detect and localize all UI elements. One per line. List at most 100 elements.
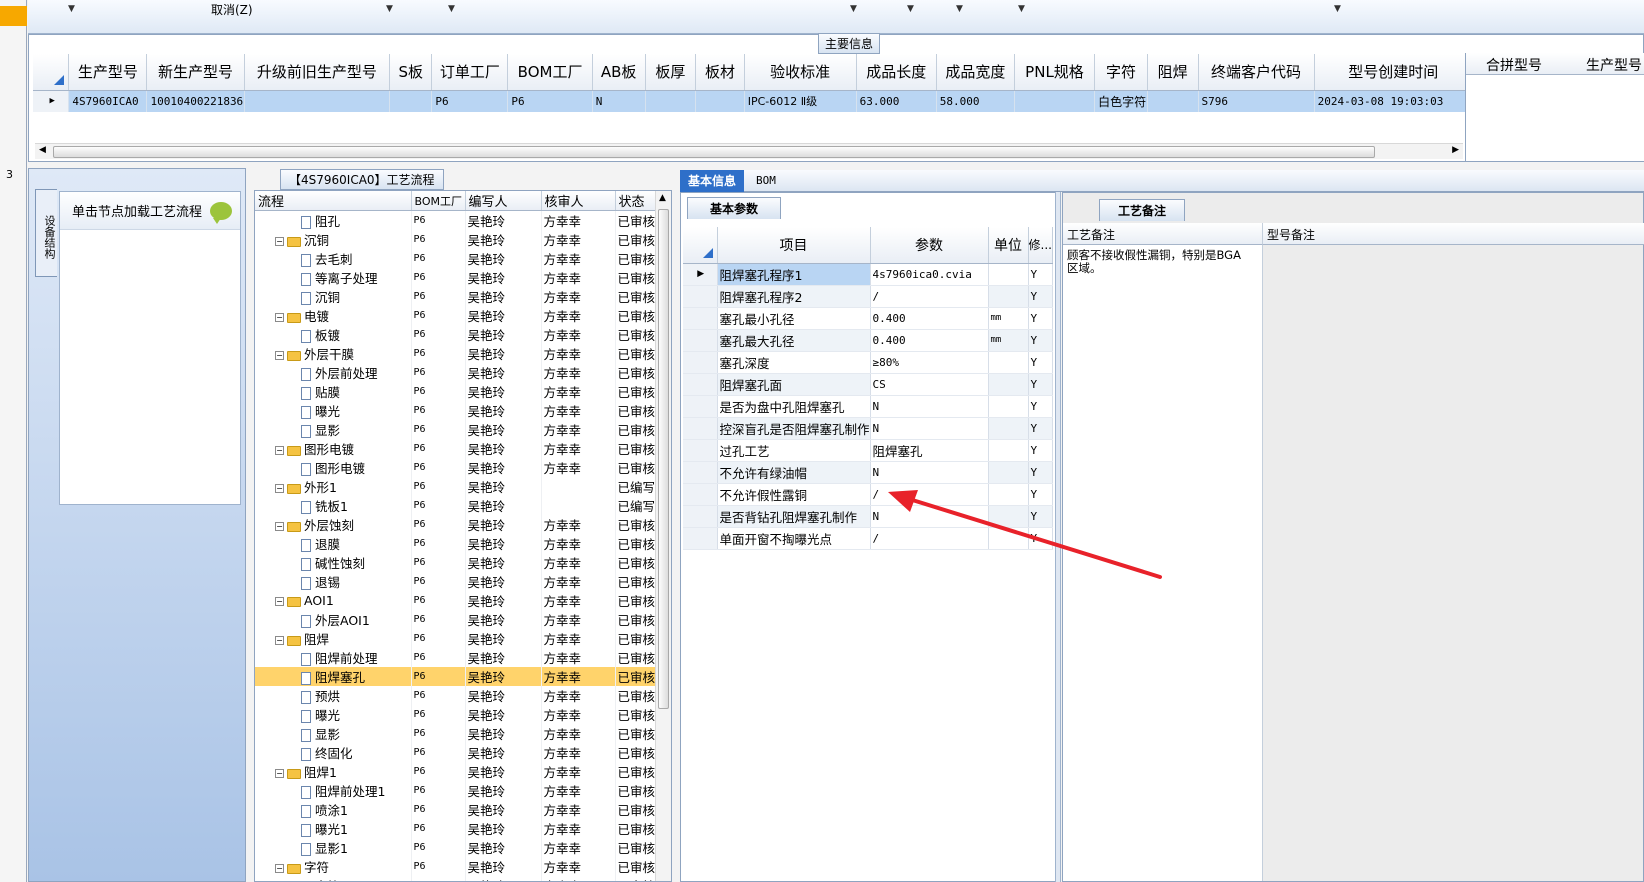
table-cell[interactable]: Y bbox=[1028, 351, 1053, 374]
table-cell[interactable]: 方幸幸 bbox=[541, 591, 616, 610]
collapse-icon[interactable]: − bbox=[275, 597, 284, 606]
tree-row[interactable]: 图形电镀 P6 吴艳玲 方幸幸 已审核 bbox=[255, 458, 656, 477]
collapse-icon[interactable]: − bbox=[275, 484, 284, 493]
collapse-icon[interactable]: − bbox=[275, 522, 284, 531]
table-cell[interactable]: 吴艳玲 bbox=[465, 306, 542, 325]
table-cell[interactable]: / bbox=[870, 285, 989, 308]
table-row[interactable]: 过孔工艺 阻焊塞孔 Y bbox=[683, 439, 1053, 462]
table-cell[interactable]: / bbox=[870, 483, 989, 506]
col-header[interactable]: 板厚 bbox=[645, 54, 697, 91]
table-cell[interactable]: 已审核 bbox=[615, 420, 656, 439]
table-cell[interactable]: 吴艳玲 bbox=[465, 382, 542, 401]
table-cell[interactable]: 吴艳玲 bbox=[465, 876, 542, 881]
table-cell[interactable] bbox=[988, 263, 1029, 286]
row-pointer-icon[interactable] bbox=[683, 461, 718, 484]
table-cell[interactable]: 已审核 bbox=[615, 249, 656, 268]
table-cell[interactable]: P6 bbox=[411, 458, 466, 477]
table-cell[interactable] bbox=[988, 417, 1029, 440]
row-pointer-icon[interactable] bbox=[683, 395, 718, 418]
tree-row[interactable]: 显影 P6 吴艳玲 方幸幸 已审核 bbox=[255, 724, 656, 743]
dropdown-caret-icon[interactable]: ▼ bbox=[956, 4, 963, 14]
table-cell[interactable]: 已审核 bbox=[615, 610, 656, 629]
table-cell[interactable]: P6 bbox=[411, 363, 466, 382]
table-row[interactable]: 控深盲孔是否阻焊塞孔制作 N Y bbox=[683, 417, 1053, 440]
tree-node[interactable]: 外层AOI1 bbox=[255, 610, 412, 629]
col-header[interactable]: 合拼型号 bbox=[1486, 55, 1542, 75]
col-header[interactable]: 成品宽度 bbox=[936, 54, 1015, 91]
table-row[interactable]: 不允许假性露铜 / Y bbox=[683, 483, 1053, 506]
table-cell[interactable]: 吴艳玲 bbox=[465, 325, 542, 344]
table-cell[interactable]: Y bbox=[1028, 307, 1053, 330]
col-header[interactable]: 升级前旧生产型号 bbox=[244, 54, 391, 91]
table-cell[interactable]: P6 bbox=[411, 249, 466, 268]
col-header[interactable]: 生产型号 bbox=[68, 54, 148, 91]
col-header[interactable]: 阻焊 bbox=[1147, 54, 1199, 91]
table-cell[interactable] bbox=[988, 461, 1029, 484]
row-pointer-icon[interactable] bbox=[683, 505, 718, 528]
table-row[interactable]: 单面开窗不掏曝光点 / Y bbox=[683, 527, 1053, 550]
table-cell[interactable]: 方幸幸 bbox=[541, 648, 616, 667]
collapse-icon[interactable]: − bbox=[275, 446, 284, 455]
table-row[interactable]: 塞孔最小孔径 0.400 mm Y bbox=[683, 307, 1053, 330]
table-cell[interactable]: P6 bbox=[411, 591, 466, 610]
col-header[interactable]: 生产型号 bbox=[1586, 55, 1642, 75]
table-cell[interactable]: Y bbox=[1028, 263, 1053, 286]
tree-node[interactable]: − 电镀 bbox=[255, 306, 412, 325]
tree-row[interactable]: 沉铜 P6 吴艳玲 方幸幸 已审核 bbox=[255, 287, 656, 306]
col-header[interactable]: 项目 bbox=[717, 227, 871, 264]
table-cell[interactable]: P6 bbox=[411, 210, 466, 230]
table-cell[interactable]: P6 bbox=[411, 762, 466, 781]
table-cell[interactable]: 阻焊塞孔程序1 bbox=[717, 263, 871, 286]
col-header[interactable]: 参数 bbox=[870, 227, 989, 264]
table-cell[interactable]: 方幸幸 bbox=[541, 667, 616, 686]
table-cell[interactable]: P6 bbox=[411, 800, 466, 819]
table-cell[interactable] bbox=[541, 496, 616, 515]
table-cell[interactable]: 已审核 bbox=[615, 705, 656, 724]
tree-node[interactable]: 退膜 bbox=[255, 534, 412, 553]
table-cell[interactable]: 已编写 bbox=[615, 477, 656, 496]
table-cell[interactable]: P6 bbox=[411, 534, 466, 553]
table-cell[interactable]: 4s7960ica0.cvia bbox=[870, 263, 989, 286]
table-row[interactable]: ▶ 4S7960ICA0 10010400221836 P6 P6 N IPC-… bbox=[33, 90, 1474, 112]
table-cell[interactable]: 方幸幸 bbox=[541, 610, 616, 629]
table-cell[interactable]: 已审核 bbox=[615, 667, 656, 686]
table-cell[interactable]: 已审核 bbox=[615, 686, 656, 705]
table-cell[interactable]: Y bbox=[1028, 329, 1053, 352]
collapse-icon[interactable]: − bbox=[275, 864, 284, 873]
dropdown-caret-icon[interactable]: ▼ bbox=[68, 4, 75, 14]
tree-row[interactable]: 外层前处理 P6 吴艳玲 方幸幸 已审核 bbox=[255, 363, 656, 382]
scroll-left-icon[interactable]: ◀ bbox=[39, 145, 46, 155]
table-cell[interactable]: 塞孔最小孔径 bbox=[717, 307, 871, 330]
tree-node[interactable]: 曝光 bbox=[255, 401, 412, 420]
col-header[interactable]: 流程 bbox=[255, 191, 412, 211]
collapse-icon[interactable]: − bbox=[275, 769, 284, 778]
tree-node[interactable]: 图形电镀 bbox=[255, 458, 412, 477]
table-cell[interactable]: Y bbox=[1028, 439, 1053, 462]
table-cell[interactable]: 吴艳玲 bbox=[465, 210, 542, 230]
table-cell[interactable]: 吴艳玲 bbox=[465, 705, 542, 724]
table-row[interactable]: 塞孔深度 ≥80% Y bbox=[683, 351, 1053, 374]
collapse-icon[interactable]: − bbox=[275, 237, 284, 246]
tree-node[interactable]: − 外层蚀刻 bbox=[255, 515, 412, 534]
table-cell[interactable]: / bbox=[870, 527, 989, 550]
table-cell[interactable]: 已审核 bbox=[615, 306, 656, 325]
table-cell[interactable]: 吴艳玲 bbox=[465, 249, 542, 268]
tab-basic-info[interactable]: 基本信息 bbox=[680, 170, 745, 192]
table-cell[interactable]: 10010400221836 bbox=[146, 90, 245, 112]
tree-node[interactable]: 显影 bbox=[255, 724, 412, 743]
col-header[interactable]: 订单工厂 bbox=[431, 54, 509, 91]
table-cell[interactable]: Y bbox=[1028, 527, 1053, 550]
table-cell[interactable] bbox=[988, 527, 1029, 550]
process-tree-vscrollbar[interactable]: ▲ bbox=[655, 191, 671, 881]
table-cell[interactable] bbox=[695, 90, 745, 112]
table-cell[interactable]: 方幸幸 bbox=[541, 268, 616, 287]
table-cell[interactable]: N bbox=[592, 90, 646, 112]
tree-row[interactable]: − 外形1 P6 吴艳玲 已编写 bbox=[255, 477, 656, 496]
tree-row[interactable]: 字符P6吴艳玲方幸幸已审核 bbox=[255, 876, 656, 881]
table-cell[interactable]: 已审核 bbox=[615, 439, 656, 458]
table-cell[interactable]: 方幸幸 bbox=[541, 724, 616, 743]
row-pointer-icon[interactable] bbox=[683, 417, 718, 440]
table-cell[interactable]: 吴艳玲 bbox=[465, 268, 542, 287]
tree-node[interactable]: 喷涂1 bbox=[255, 800, 412, 819]
tree-node[interactable]: 曝光 bbox=[255, 705, 412, 724]
